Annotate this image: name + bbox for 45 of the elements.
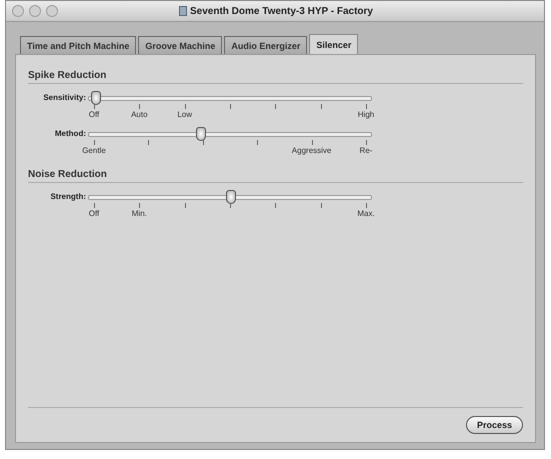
tick-mark: [275, 203, 276, 208]
tick-mark: [184, 104, 186, 109]
slider-label: Strength:: [49, 192, 87, 201]
tick-label: Auto: [131, 110, 148, 119]
tick-label: Aggressive: [292, 146, 332, 155]
slider-thumb[interactable]: [91, 91, 101, 105]
tick-mark: [230, 203, 231, 208]
tick-label: Re-: [360, 146, 372, 155]
tick-mark: [230, 104, 231, 109]
tick-mark: [94, 203, 95, 208]
tick-mark: [202, 140, 204, 145]
tick-mark: [275, 104, 276, 109]
window-title: Seventh Dome Twenty-3 HYP - Factory: [190, 6, 373, 16]
tick-label: High: [358, 110, 374, 119]
slider-thumb[interactable]: [226, 190, 236, 204]
tick-label: Off: [88, 209, 100, 218]
tick-mark: [312, 140, 313, 145]
tick-mark: [94, 140, 95, 145]
tick-mark: [366, 203, 367, 208]
slider-label: Method:: [54, 129, 87, 138]
tick-mark: [366, 104, 367, 109]
tick-mark: [184, 203, 186, 208]
tab[interactable]: Audio Energizer: [224, 36, 308, 54]
tab[interactable]: Groove Machine: [138, 36, 222, 54]
tick-mark: [257, 140, 258, 145]
tab[interactable]: Silencer: [309, 34, 358, 54]
slider-thumb[interactable]: [196, 127, 206, 141]
tick-mark: [320, 203, 322, 208]
tick-mark: [94, 104, 95, 109]
tick-label: Max.: [357, 209, 375, 218]
tab[interactable]: Time and Pitch Machine: [20, 36, 136, 54]
tick-mark: [320, 104, 322, 109]
tick-mark: [148, 140, 150, 145]
tick-mark: [139, 203, 140, 208]
section-heading: Noise Reduction: [28, 162, 523, 183]
tick-mark: [139, 104, 140, 109]
tick-label: Off: [88, 110, 100, 119]
section-heading: Spike Reduction: [28, 63, 523, 84]
tick-mark: [366, 140, 367, 145]
document-icon: [178, 6, 187, 16]
tick-label: Min.: [132, 209, 147, 218]
tick-label: Gentle: [82, 146, 106, 155]
tick-label: Low: [177, 110, 192, 119]
process-button[interactable]: Process: [466, 416, 523, 434]
slider-label: Sensitivity:: [42, 93, 87, 102]
